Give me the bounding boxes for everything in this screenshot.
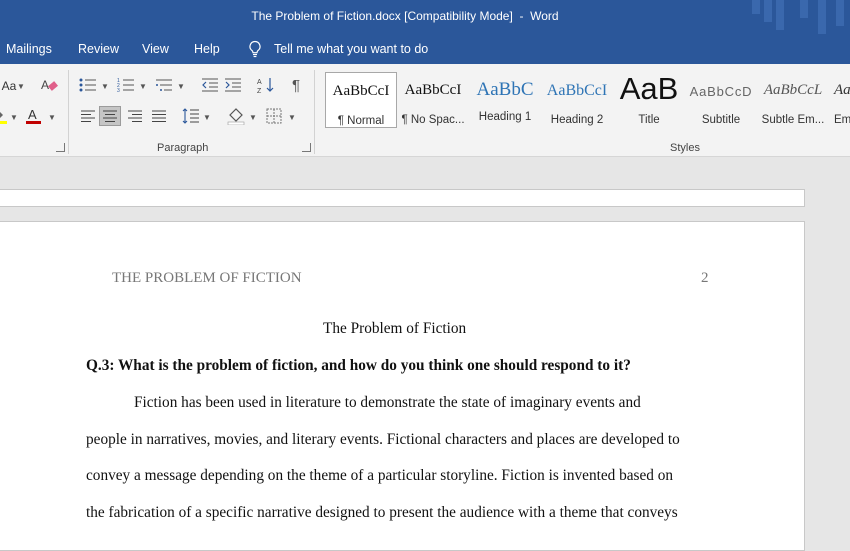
previous-page-bottom bbox=[0, 189, 805, 207]
style-preview: AaBbC bbox=[476, 79, 534, 100]
chevron-down-icon[interactable]: ▼ bbox=[288, 113, 296, 122]
font-color-icon[interactable]: A bbox=[23, 106, 45, 126]
document-title: The Problem of Fiction bbox=[323, 320, 467, 337]
chevron-down-icon[interactable]: ▼ bbox=[177, 82, 185, 91]
style-normal[interactable]: AaBbCcI ¶ Normal bbox=[325, 72, 397, 128]
chevron-down-icon[interactable]: ▼ bbox=[48, 113, 56, 122]
style-name: Subtle Em... bbox=[761, 114, 825, 126]
chevron-down-icon[interactable]: ▼ bbox=[139, 82, 147, 91]
title-decoration bbox=[818, 0, 826, 34]
style-emphasis[interactable]: Aa Em bbox=[829, 72, 850, 128]
shading-icon[interactable] bbox=[225, 106, 247, 126]
group-separator bbox=[314, 70, 315, 154]
style-name: Heading 2 bbox=[550, 114, 604, 126]
numbering-icon[interactable]: 123 bbox=[115, 75, 137, 95]
style-preview: AaBbCcI bbox=[546, 82, 608, 99]
style-heading-1[interactable]: AaBbC Heading 1 bbox=[469, 72, 541, 128]
chevron-down-icon[interactable]: ▼ bbox=[17, 82, 25, 91]
clear-formatting-icon[interactable]: A bbox=[38, 75, 60, 95]
document-page[interactable]: THE PROBLEM OF FICTION 2 The Problem of … bbox=[0, 221, 805, 551]
paragraph-dialog-launcher-icon[interactable] bbox=[302, 143, 311, 152]
multilevel-list-icon[interactable] bbox=[153, 75, 175, 95]
tab-review[interactable]: Review bbox=[78, 42, 119, 56]
style-title[interactable]: AaB Title bbox=[613, 72, 685, 128]
svg-text:3: 3 bbox=[117, 88, 120, 92]
style-preview: AaBbCcD bbox=[689, 84, 753, 99]
tell-me-search[interactable]: Tell me what you want to do bbox=[274, 42, 428, 56]
style-heading-2[interactable]: AaBbCcI Heading 2 bbox=[541, 72, 613, 128]
page-number: 2 bbox=[701, 270, 709, 286]
justify-icon[interactable] bbox=[148, 106, 170, 126]
title-decoration bbox=[776, 0, 784, 30]
style-subtitle[interactable]: AaBbCcD Subtitle bbox=[685, 72, 757, 128]
tab-view[interactable]: View bbox=[142, 42, 169, 56]
body-line: Fiction has been used in literature to d… bbox=[134, 394, 641, 411]
sort-icon[interactable]: AZ bbox=[255, 75, 277, 95]
highlight-color-icon[interactable] bbox=[0, 106, 8, 126]
ribbon: Aa ▼ A ▼ A ▼ ▼ 123 ▼ ▼ A Z ¶ ▼ ▼ ▼ Parag… bbox=[0, 64, 850, 157]
borders-icon[interactable] bbox=[263, 106, 285, 126]
line-spacing-icon[interactable] bbox=[180, 106, 202, 126]
tab-help[interactable]: Help bbox=[194, 42, 220, 56]
body-line: the fabrication of a specific narrative … bbox=[86, 504, 678, 521]
decrease-indent-icon[interactable] bbox=[199, 75, 221, 95]
lightbulb-icon bbox=[249, 40, 261, 58]
chevron-down-icon[interactable]: ▼ bbox=[249, 113, 257, 122]
style-preview: AaBbCcL bbox=[763, 82, 823, 98]
chevron-down-icon[interactable]: ▼ bbox=[203, 113, 211, 122]
ribbon-tabs: Mailings Review View Help Tell me what y… bbox=[0, 34, 850, 64]
bullets-icon[interactable] bbox=[77, 75, 99, 95]
chevron-down-icon[interactable]: ▼ bbox=[101, 82, 109, 91]
page-header-text: THE PROBLEM OF FICTION bbox=[112, 270, 302, 286]
svg-text:A: A bbox=[41, 78, 49, 92]
align-right-icon[interactable] bbox=[124, 106, 146, 126]
title-decoration bbox=[752, 0, 760, 14]
paragraph-group-label: Paragraph bbox=[157, 142, 209, 154]
style-name: Title bbox=[638, 114, 660, 126]
style-name: Subtitle bbox=[701, 114, 741, 126]
title-bar: The Problem of Fiction.docx [Compatibili… bbox=[0, 0, 850, 34]
increase-indent-icon[interactable] bbox=[222, 75, 244, 95]
svg-text:Z: Z bbox=[257, 88, 262, 94]
chevron-down-icon[interactable]: ▼ bbox=[10, 113, 18, 122]
svg-text:A: A bbox=[28, 107, 37, 122]
style-preview: Aa bbox=[834, 82, 850, 98]
style-preview: AaBbCcI bbox=[332, 83, 390, 99]
style-name: ¶ No Spac... bbox=[401, 114, 465, 126]
tab-mailings[interactable]: Mailings bbox=[6, 42, 52, 56]
body-line: convey a message depending on the theme … bbox=[86, 467, 674, 484]
font-dialog-launcher-icon[interactable] bbox=[56, 143, 65, 152]
style-preview: AaBbCcI bbox=[404, 82, 462, 98]
style-name: Heading 1 bbox=[478, 111, 532, 123]
svg-text:A: A bbox=[257, 79, 262, 86]
show-formatting-marks-icon[interactable]: ¶ bbox=[285, 75, 307, 95]
document-canvas[interactable]: THE PROBLEM OF FICTION 2 The Problem of … bbox=[0, 157, 850, 551]
align-left-icon[interactable] bbox=[77, 106, 99, 126]
style-no-spacing[interactable]: AaBbCcI ¶ No Spac... bbox=[397, 72, 469, 128]
styles-group-label: Styles bbox=[670, 142, 700, 154]
window-title: The Problem of Fiction.docx [Compatibili… bbox=[251, 9, 559, 23]
style-name: Em bbox=[834, 114, 850, 126]
title-decoration bbox=[800, 0, 808, 18]
align-center-icon[interactable] bbox=[99, 106, 121, 126]
group-separator bbox=[68, 70, 69, 154]
style-preview: AaB bbox=[619, 72, 679, 106]
title-decoration bbox=[836, 0, 844, 26]
style-subtle-emphasis[interactable]: AaBbCcL Subtle Em... bbox=[757, 72, 829, 128]
style-name: ¶ Normal bbox=[337, 115, 385, 127]
title-decoration bbox=[764, 0, 772, 22]
body-line: people in narratives, movies, and litera… bbox=[86, 431, 680, 448]
question-heading: Q.3: What is the problem of fiction, and… bbox=[86, 357, 631, 374]
